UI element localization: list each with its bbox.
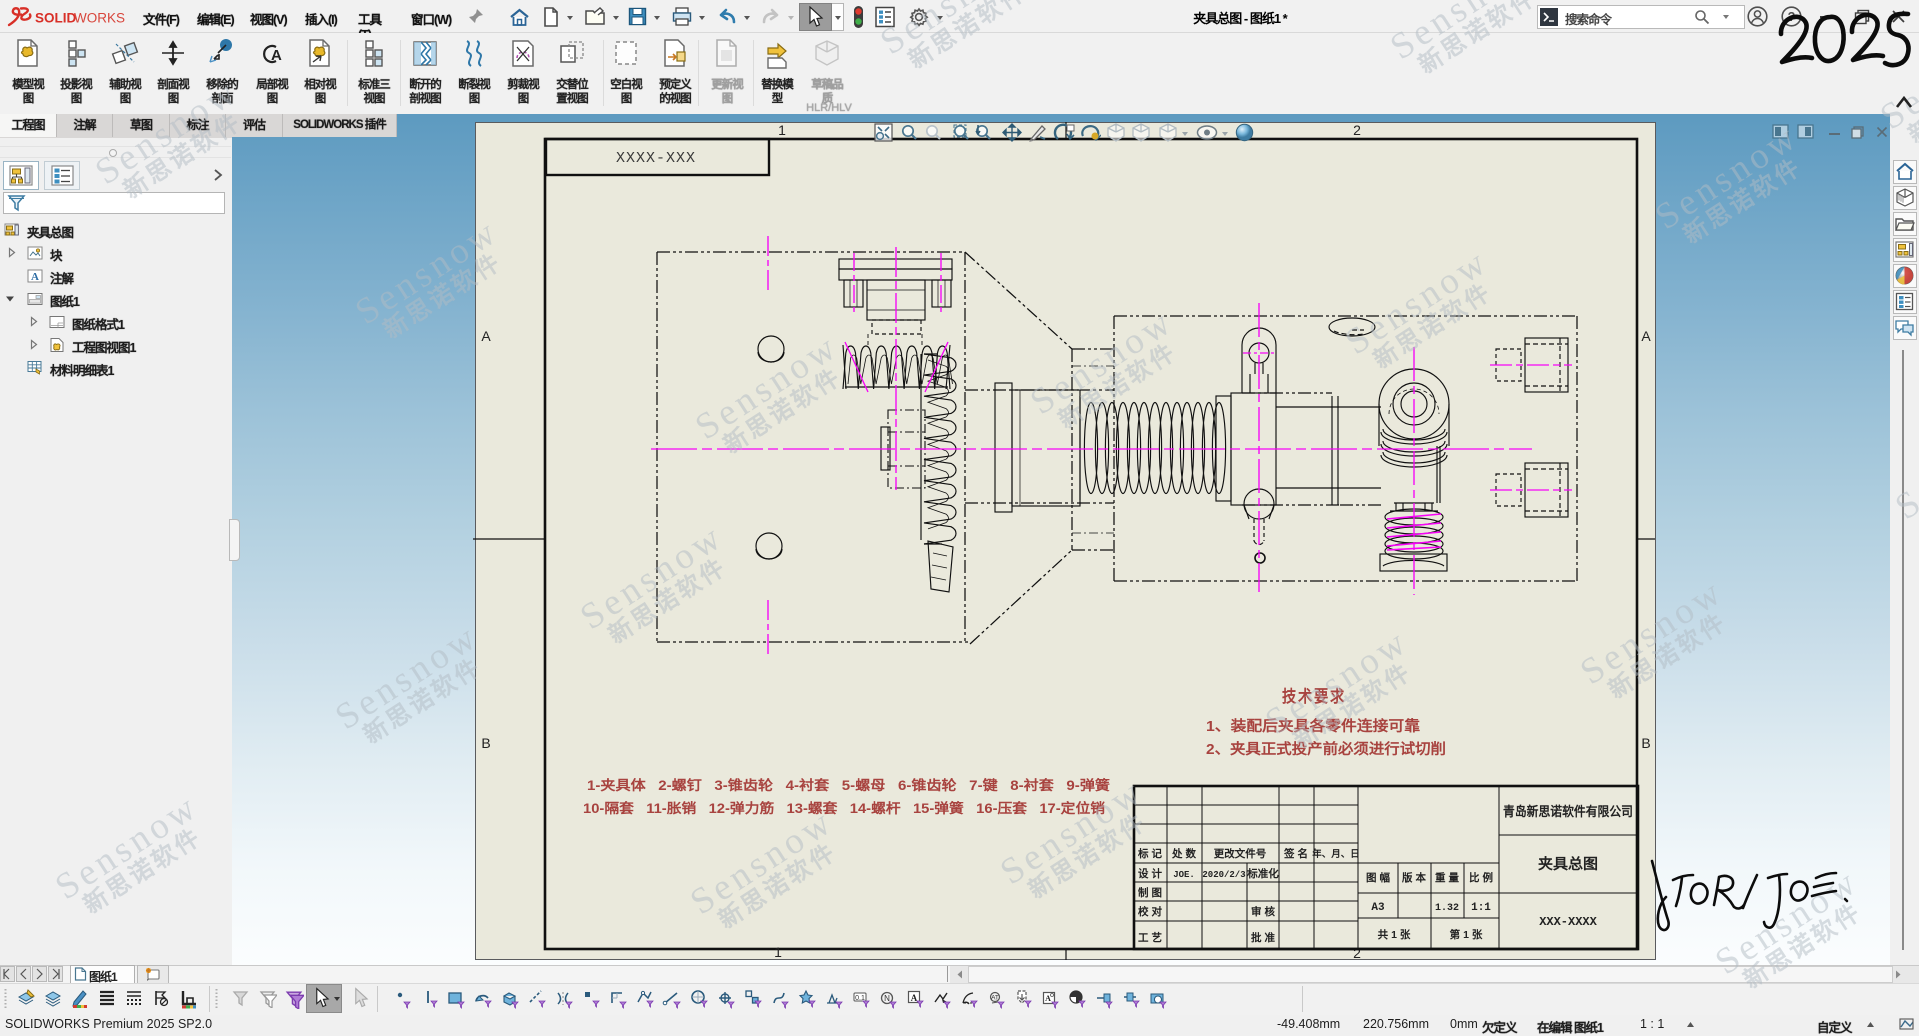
svg-text:SOLID: SOLID xyxy=(35,11,77,26)
svg-text:共 1 张: 共 1 张 xyxy=(1378,928,1411,941)
svg-text:JOE.: JOE. xyxy=(1173,870,1195,880)
svg-text:审 核: 审 核 xyxy=(1251,905,1275,918)
svg-text:A: A xyxy=(271,47,282,64)
svg-text:1.32: 1.32 xyxy=(1435,903,1459,914)
svg-text:A: A xyxy=(911,993,918,1003)
svg-text:A3: A3 xyxy=(1371,902,1385,914)
svg-text:夹具总图: 夹具总图 xyxy=(1538,855,1598,873)
svg-text:更改文件号: 更改文件号 xyxy=(1214,847,1267,860)
svg-text:B: B xyxy=(481,735,490,751)
svg-text:标准化: 标准化 xyxy=(1246,867,1279,880)
svg-text:2: 2 xyxy=(1353,122,1361,138)
svg-text:设 计: 设 计 xyxy=(1138,867,1162,880)
svg-text:B: B xyxy=(1641,735,1650,751)
svg-text:处 数: 处 数 xyxy=(1171,847,1196,860)
svg-text:A: A xyxy=(481,328,491,344)
svg-text:2020/2/3: 2020/2/3 xyxy=(1202,870,1245,880)
svg-text:工 艺: 工 艺 xyxy=(1138,931,1162,944)
svg-text:2、夹具正式投产前必须进行试切削: 2、夹具正式投产前必须进行试切削 xyxy=(1206,740,1446,758)
svg-text:技术要求: 技术要求 xyxy=(1282,686,1346,706)
svg-text:1-夹具体 2-螺钉 3-锥齿轮 4-衬套: 1-夹具体 2-螺钉 3-锥齿轮 4-衬套 5-螺母 6-锥齿轮 7-键 8-衬… xyxy=(587,777,1111,793)
svg-text:XXX-XXXX: XXX-XXXX xyxy=(1539,915,1597,929)
svg-text:校 对: 校 对 xyxy=(1138,905,1162,918)
svg-text:1:1: 1:1 xyxy=(1471,902,1491,914)
svg-text:WORKS: WORKS xyxy=(74,11,125,26)
svg-text:图 幅: 图 幅 xyxy=(1366,871,1390,884)
svg-text:XXXX-XXX: XXXX-XXX xyxy=(616,150,696,167)
svg-text:2: 2 xyxy=(1353,945,1361,961)
svg-text:年、月、日: 年、月、日 xyxy=(1312,848,1360,860)
svg-text:青岛新思诺软件有限公司: 青岛新思诺软件有限公司 xyxy=(1503,804,1633,819)
svg-text:A: A xyxy=(1641,328,1651,344)
svg-text:1、装配后夹具各零件连接可靠: 1、装配后夹具各零件连接可靠 xyxy=(1206,717,1421,735)
svg-text:10-隔套 11-胀销 12-弹力筋 13-螺套: 10-隔套 11-胀销 12-弹力筋 13-螺套 14-螺杆 15-弹簧 16-… xyxy=(583,800,1106,816)
svg-text:版 本: 版 本 xyxy=(1402,871,1426,884)
svg-text:1: 1 xyxy=(774,944,782,960)
svg-text:标 记: 标 记 xyxy=(1137,847,1162,860)
svg-text:批 准: 批 准 xyxy=(1251,931,1275,944)
svg-text:AT: AT xyxy=(991,995,999,1002)
svg-text:签 名: 签 名 xyxy=(1283,847,1308,860)
svg-text:比 例: 比 例 xyxy=(1469,871,1493,884)
svg-text:1: 1 xyxy=(778,122,786,138)
svg-text:重 量: 重 量 xyxy=(1435,871,1459,884)
svg-text:制 图: 制 图 xyxy=(1138,886,1162,899)
svg-text:A: A xyxy=(31,271,39,283)
svg-text:第 1 张: 第 1 张 xyxy=(1450,928,1483,941)
